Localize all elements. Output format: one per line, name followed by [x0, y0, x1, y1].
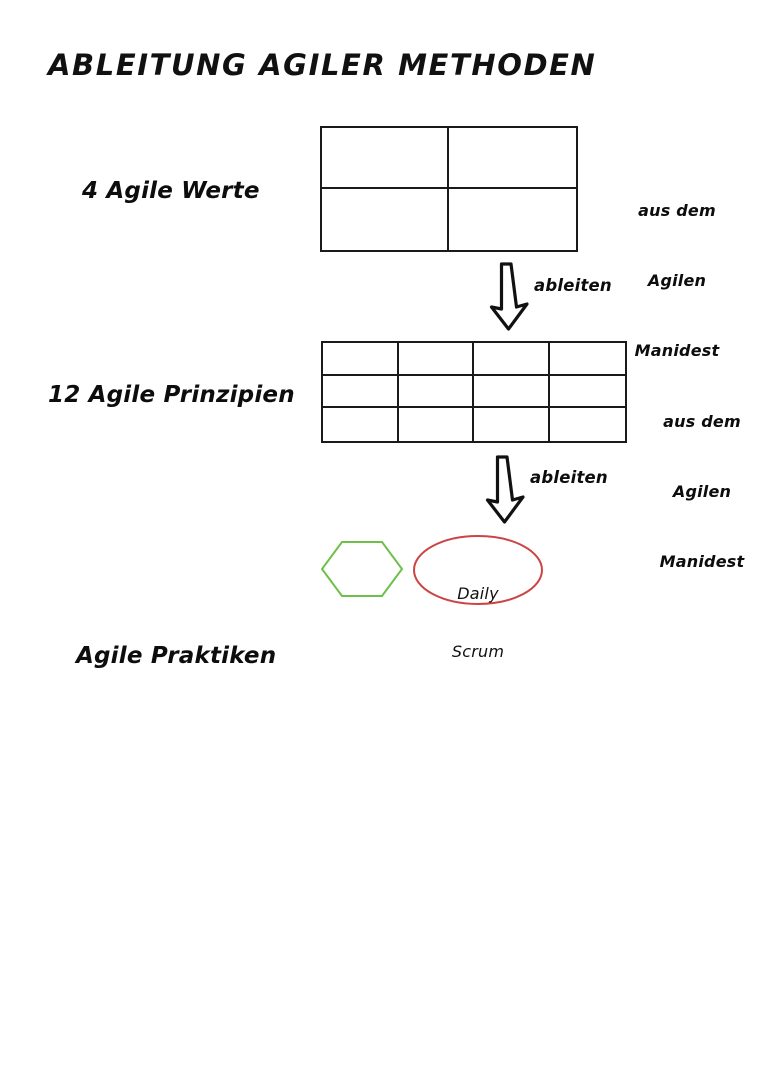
- practice-shape-hexagon[interactable]: [320, 540, 404, 598]
- side-note-line: aus dem: [638, 201, 716, 221]
- poster-canvas: ABLEITUNG AGILER METHODEN 4 Agile Werte …: [0, 0, 768, 1086]
- side-note-line: aus dem: [663, 412, 741, 432]
- practice-shape-ellipse-daily-scrum[interactable]: [412, 534, 544, 606]
- grid-cell: [399, 408, 474, 441]
- grid-cell: [323, 343, 399, 376]
- grid-cell: [323, 375, 399, 409]
- row-label-praktiken: Agile Praktiken: [76, 643, 277, 669]
- grid-cell: [474, 408, 550, 441]
- grid-cell: [449, 189, 576, 250]
- practice-label-line: Scrum: [451, 641, 505, 661]
- grid-cell: [398, 375, 474, 409]
- arrow-ableiten-1: [489, 262, 529, 331]
- grid-cell: [322, 128, 449, 189]
- side-note-line: Manidest: [634, 340, 720, 360]
- side-note-line: Agilen: [647, 270, 707, 290]
- grid-cell: [549, 343, 625, 376]
- grid-cell: [398, 343, 474, 376]
- grid-cell: [449, 128, 576, 189]
- grid-agile-prinzipien: [321, 341, 627, 443]
- grid-cell: [549, 376, 625, 409]
- grid-cell: [474, 375, 550, 409]
- row-label-werte: 4 Agile Werte: [82, 178, 260, 204]
- arrow-label-ableiten-1: ableiten: [534, 276, 612, 295]
- grid-agile-werte: [320, 126, 578, 252]
- side-note-prinzipien: aus dem Agilen Manidest: [637, 364, 767, 619]
- practice-label-daily-scrum: Daily Scrum Short Ite- rations Retro- sp…: [412, 546, 544, 1086]
- side-note-line: Agilen: [672, 481, 732, 501]
- page-title: ABLEITUNG AGILER METHODEN: [48, 48, 597, 82]
- grid-cell: [550, 408, 626, 441]
- arrow-ableiten-2: [485, 455, 525, 524]
- arrow-label-ableiten-2: ableiten: [530, 468, 608, 487]
- side-note-line: Manidest: [659, 551, 745, 571]
- grid-cell: [322, 189, 449, 250]
- grid-cell: [323, 408, 399, 441]
- row-label-prinzipien: 12 Agile Prinzipien: [48, 382, 295, 408]
- grid-cell: [474, 343, 550, 376]
